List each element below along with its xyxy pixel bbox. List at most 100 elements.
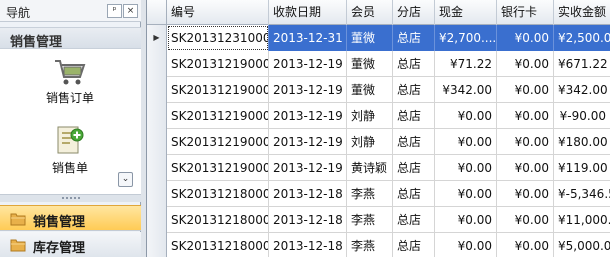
cell-date[interactable]: 2013-12-19 [269,77,347,103]
cell-card[interactable]: ¥0.00 [497,233,554,257]
cell-cash[interactable]: ¥0.00 [435,103,497,129]
cell-cash[interactable]: ¥2,700.... [435,25,497,51]
table-row[interactable]: SK201312190004 2013-12-19 董微 总店 ¥342.00 ¥0.00… [147,77,610,103]
pin-button[interactable]: ᵖ [107,4,122,18]
close-button[interactable]: × [123,4,138,18]
row-indicator[interactable]: ▶ [147,25,167,51]
cell-date[interactable]: 2013-12-19 [269,51,347,77]
table-row[interactable]: SK201312190005 2013-12-19 董微 总店 ¥71.22 ¥0.00 ¥… [147,51,610,77]
cell-date[interactable]: 2013-12-18 [269,181,347,207]
cell-date[interactable]: 2013-12-31 [269,25,347,51]
cell-member[interactable]: 董微 [347,77,393,103]
cell-branch[interactable]: 总店 [393,77,435,103]
cell-branch[interactable]: 总店 [393,25,435,51]
cell-member[interactable]: 刘静 [347,129,393,155]
cell-member[interactable]: 李燕 [347,181,393,207]
row-indicator[interactable] [147,51,167,77]
cell-id[interactable]: SK201312180001 [167,233,269,257]
group-body: 销售订单 销售单 ⌄ [0,49,141,194]
cell-member[interactable]: 黄诗颖 [347,155,393,181]
nav-group-sales[interactable]: 销售管理 [0,205,141,231]
cell-branch[interactable]: 总店 [393,207,435,233]
cell-received[interactable]: ¥-90.00 [554,103,610,129]
column-header-member[interactable]: 会员 [347,0,393,25]
cell-card[interactable]: ¥0.00 [497,207,554,233]
table-row[interactable]: SK201312190001 2013-12-19 黄诗颖 总店 ¥0.00 ¥0.00 ¥… [147,155,610,181]
cell-card[interactable]: ¥0.00 [497,181,554,207]
cell-card[interactable]: ¥0.00 [497,25,554,51]
cell-received[interactable]: ¥671.22 [554,51,610,77]
cell-received[interactable]: ¥180.00 [554,129,610,155]
cell-cash[interactable]: ¥0.00 [435,129,497,155]
cell-received[interactable]: ¥11,000.... [554,207,610,233]
cell-card[interactable]: ¥0.00 [497,103,554,129]
cell-card[interactable]: ¥0.00 [497,77,554,103]
table-row[interactable]: ▶ SK201312310001 2013-12-31 董微 总店 ¥2,700.... ¥… [147,25,610,51]
cell-id[interactable]: SK201312190002 [167,129,269,155]
cell-id[interactable]: SK201312190005 [167,51,269,77]
nav-group-stock[interactable]: 库存管理 [0,232,141,257]
cell-member[interactable]: 董微 [347,51,393,77]
row-indicator[interactable] [147,207,167,233]
cell-id[interactable]: SK201312190001 [167,155,269,181]
cell-date[interactable]: 2013-12-19 [269,103,347,129]
cell-branch[interactable]: 总店 [393,129,435,155]
cell-branch[interactable]: 总店 [393,233,435,257]
folder-icon [10,213,26,226]
table-row[interactable]: SK201312190003 2013-12-19 刘静 总店 ¥0.00 ¥0.00 ¥-… [147,103,610,129]
column-header-branch[interactable]: 分店 [393,0,435,25]
cell-member[interactable]: 李燕 [347,207,393,233]
cell-card[interactable]: ¥0.00 [497,129,554,155]
panel-splitter[interactable] [0,194,141,202]
table-row[interactable]: SK201312190002 2013-12-19 刘静 总店 ¥0.00 ¥0.00 ¥1… [147,129,610,155]
cell-received[interactable]: ¥342.00 [554,77,610,103]
row-indicator[interactable] [147,129,167,155]
row-indicator[interactable] [147,103,167,129]
shopping-cart-icon [55,60,86,85]
cell-id[interactable]: SK201312190004 [167,77,269,103]
cell-card[interactable]: ¥0.00 [497,51,554,77]
cell-branch[interactable]: 总店 [393,155,435,181]
cell-date[interactable]: 2013-12-18 [269,207,347,233]
cell-branch[interactable]: 总店 [393,103,435,129]
cell-cash[interactable]: ¥342.00 [435,77,497,103]
cell-date[interactable]: 2013-12-18 [269,233,347,257]
cell-date[interactable]: 2013-12-19 [269,155,347,181]
cell-id[interactable]: SK201312180002 [167,207,269,233]
column-header-received[interactable]: 实收金额 [554,0,610,25]
column-header-date[interactable]: 收款日期 [269,0,347,25]
cell-id[interactable]: SK201312190003 [167,103,269,129]
table-row[interactable]: SK201312180002 2013-12-18 李燕 总店 ¥0.00 ¥0.00 ¥1… [147,207,610,233]
cell-member[interactable]: 刘静 [347,103,393,129]
cell-date[interactable]: 2013-12-19 [269,129,347,155]
column-header-id[interactable]: 编号 [167,0,269,25]
cell-card[interactable]: ¥0.00 [497,155,554,181]
cell-cash[interactable]: ¥0.00 [435,233,497,257]
cell-received[interactable]: ¥2,500.00 [554,25,610,51]
group-header-sales[interactable]: 销售管理 [0,27,141,50]
cell-cash[interactable]: ¥71.22 [435,51,497,77]
cell-received[interactable]: ¥119.00 [554,155,610,181]
row-indicator[interactable] [147,181,167,207]
column-header-card[interactable]: 银行卡 [497,0,554,25]
cell-cash[interactable]: ¥0.00 [435,155,497,181]
cell-cash[interactable]: ¥0.00 [435,207,497,233]
tile-sales-bill[interactable]: 销售单 [20,125,120,185]
cell-member[interactable]: 董微 [347,25,393,51]
cell-id[interactable]: SK201312310001 [167,25,269,51]
cell-branch[interactable]: 总店 [393,181,435,207]
expand-button[interactable]: ⌄ [118,172,133,187]
cell-cash[interactable]: ¥0.00 [435,181,497,207]
cell-member[interactable]: 李燕 [347,233,393,257]
cell-id[interactable]: SK201312180003 [167,181,269,207]
row-indicator[interactable] [147,155,167,181]
column-header-cash[interactable]: 现金 [435,0,497,25]
cell-branch[interactable]: 总店 [393,51,435,77]
table-row[interactable]: SK201312180001 2013-12-18 李燕 总店 ¥0.00 ¥0.00 ¥5… [147,233,610,257]
cell-received[interactable]: ¥5,000.00 [554,233,610,257]
cell-received[interactable]: ¥-5,346.50 [554,181,610,207]
tile-sales-order[interactable]: 销售订单 [20,57,120,117]
row-indicator[interactable] [147,77,167,103]
table-row[interactable]: SK201312180003 2013-12-18 李燕 总店 ¥0.00 ¥0.00 ¥-… [147,181,610,207]
row-indicator[interactable] [147,233,167,257]
